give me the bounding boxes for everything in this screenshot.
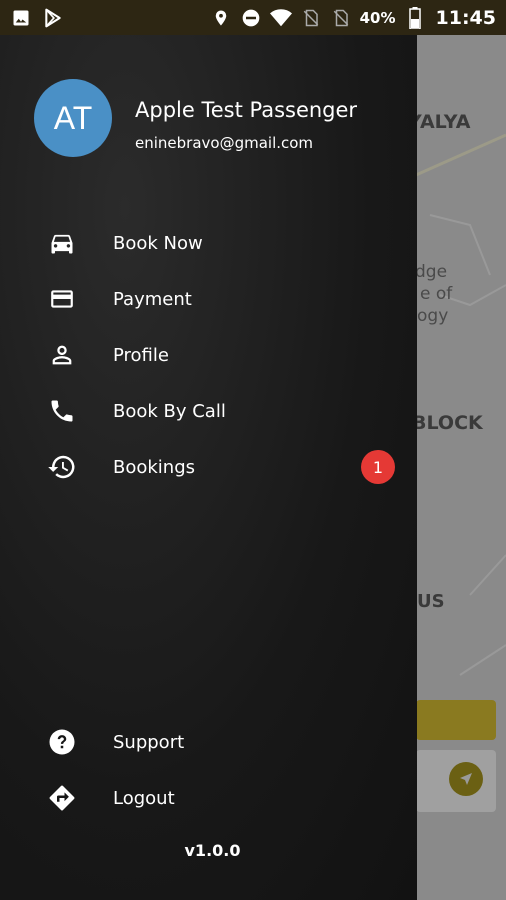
location-icon	[210, 7, 232, 29]
battery-percent: 40%	[359, 8, 396, 27]
menu-item-label: Profile	[113, 344, 169, 366]
user-email: eninebravo@gmail.com	[135, 134, 314, 152]
menu-item-book-now[interactable]: Book Now	[0, 221, 417, 265]
map-label: e of	[420, 284, 453, 304]
wifi-icon	[269, 7, 292, 29]
help-icon	[45, 725, 79, 759]
phone-icon	[45, 394, 79, 428]
map-label: dge	[415, 262, 448, 282]
menu-item-payment[interactable]: Payment	[0, 277, 417, 321]
menu-item-bookings[interactable]: Bookings 1	[0, 445, 417, 489]
menu-item-label: Payment	[113, 288, 192, 310]
navigation-icon[interactable]	[449, 762, 483, 796]
do-not-disturb-icon	[240, 7, 262, 29]
app-version: v1.0.0	[184, 841, 241, 860]
notification-badge: 1	[361, 450, 395, 484]
user-name: Apple Test Passenger	[135, 98, 358, 122]
history-icon	[45, 450, 79, 484]
status-bar: 40% 11:45	[0, 0, 506, 35]
map-label: YALYA	[408, 111, 471, 133]
navigation-drawer: AT Apple Test Passenger eninebravo@gmail…	[0, 35, 417, 900]
directions-icon	[45, 781, 79, 815]
menu-item-profile[interactable]: Profile	[0, 333, 417, 377]
image-icon	[10, 7, 32, 29]
no-sim-icon	[330, 7, 352, 29]
battery-icon	[404, 6, 426, 29]
menu-item-label: Bookings	[113, 456, 196, 478]
car-icon	[45, 226, 79, 260]
credit-card-icon	[45, 282, 79, 316]
no-sim-icon	[300, 7, 322, 29]
map-label: BLOCK	[412, 412, 483, 434]
menu-item-logout[interactable]: Logout	[0, 776, 417, 820]
menu-item-label: Support	[113, 731, 185, 753]
menu-item-support[interactable]: Support	[0, 720, 417, 764]
menu-item-book-by-call[interactable]: Book By Call	[0, 389, 417, 433]
menu-item-label: Logout	[113, 787, 175, 809]
avatar[interactable]: AT	[34, 79, 112, 157]
menu-item-label: Book Now	[113, 232, 203, 254]
clock: 11:45	[435, 6, 496, 29]
menu-item-label: Book By Call	[113, 400, 226, 422]
play-store-icon	[42, 7, 64, 29]
map-label: US	[417, 591, 445, 612]
map-label: ogy	[417, 306, 449, 326]
map-action-bar[interactable]	[416, 700, 496, 740]
person-icon	[45, 338, 79, 372]
